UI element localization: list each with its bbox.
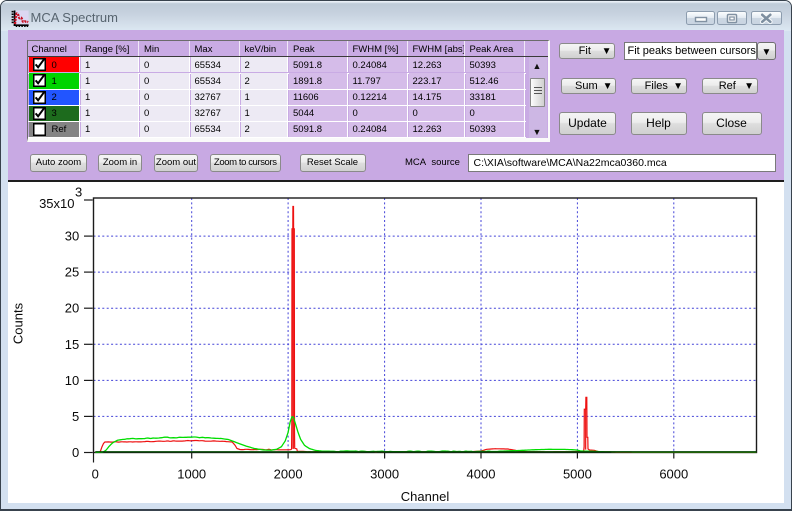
svg-text:0: 0 (72, 445, 79, 460)
svg-text:15: 15 (65, 337, 79, 352)
svg-text:5000: 5000 (563, 467, 592, 482)
svg-text:6000: 6000 (659, 467, 688, 482)
svg-text:3: 3 (75, 185, 82, 200)
svg-text:25: 25 (65, 265, 79, 280)
svg-text:Counts: Counts (11, 302, 26, 344)
svg-text:3000: 3000 (370, 467, 399, 482)
svg-text:4000: 4000 (467, 467, 496, 482)
svg-text:Channel: Channel (401, 489, 450, 504)
svg-text:35x10: 35x10 (39, 196, 74, 211)
svg-text:20: 20 (65, 301, 79, 316)
svg-text:10: 10 (65, 373, 79, 388)
svg-text:1000: 1000 (177, 467, 206, 482)
svg-text:2000: 2000 (274, 467, 303, 482)
svg-text:30: 30 (65, 229, 79, 244)
svg-text:0: 0 (92, 467, 99, 482)
svg-text:5: 5 (72, 409, 79, 424)
